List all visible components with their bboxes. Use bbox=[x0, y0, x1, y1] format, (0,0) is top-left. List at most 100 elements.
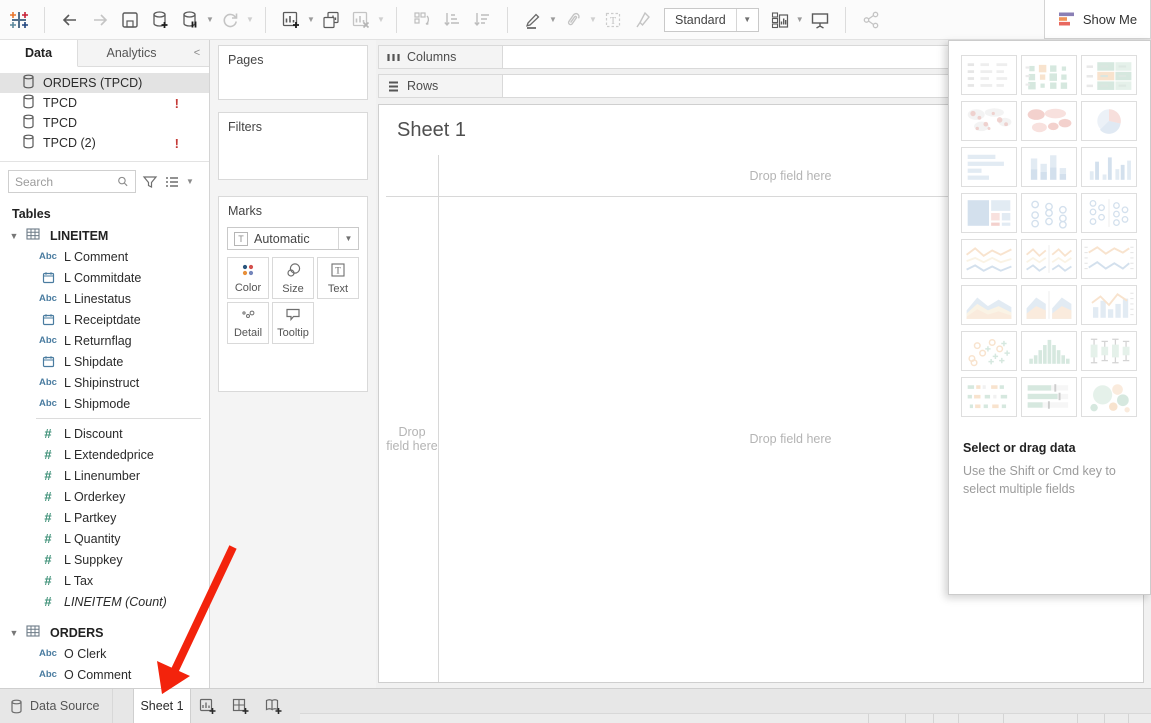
clear-sheet-caret[interactable]: ▼ bbox=[376, 5, 386, 35]
data-source-tab[interactable]: Data Source bbox=[0, 689, 113, 723]
side-by-side-circles-chart-thumbnail[interactable] bbox=[1081, 193, 1137, 233]
pages-card[interactable]: Pages bbox=[218, 45, 368, 100]
tab-data[interactable]: Data bbox=[0, 40, 78, 67]
highlight-caret[interactable]: ▼ bbox=[548, 5, 558, 35]
discrete-lines-chart-thumbnail[interactable] bbox=[1021, 239, 1077, 279]
tableau-logo-icon[interactable] bbox=[4, 5, 34, 35]
tooltip-mark-button[interactable]: Tooltip bbox=[272, 302, 314, 344]
text-mark-button[interactable]: TText bbox=[317, 257, 359, 299]
field-item[interactable]: #L Linenumber bbox=[0, 465, 209, 486]
redo-icon[interactable] bbox=[85, 5, 115, 35]
new-story-tab-icon[interactable] bbox=[258, 689, 290, 723]
collapse-pane-icon[interactable]: < bbox=[185, 40, 209, 66]
search-input-wrap[interactable] bbox=[8, 170, 136, 193]
show-mark-labels-icon[interactable]: T bbox=[598, 5, 628, 35]
discrete-area-chart-thumbnail[interactable] bbox=[1021, 285, 1077, 325]
field-item[interactable]: AbcO Clerk bbox=[0, 643, 209, 664]
dual-lines-chart-thumbnail[interactable] bbox=[1081, 239, 1137, 279]
field-item[interactable]: #L Discount bbox=[0, 423, 209, 444]
field-item[interactable]: AbcL Returnflag bbox=[0, 330, 209, 351]
fit-selector[interactable]: Standard ▼ bbox=[664, 8, 759, 32]
field-item[interactable]: AbcL Linestatus bbox=[0, 288, 209, 309]
pause-auto-updates-caret[interactable]: ▼ bbox=[205, 5, 215, 35]
share-workbook-icon[interactable] bbox=[856, 5, 886, 35]
treemap-chart-thumbnail[interactable] bbox=[961, 193, 1017, 233]
sort-descending-icon[interactable] bbox=[467, 5, 497, 35]
pie-chart-chart-thumbnail[interactable] bbox=[1081, 101, 1137, 141]
stacked-bars-chart-thumbnail[interactable] bbox=[1021, 147, 1077, 187]
detail-mark-button[interactable]: Detail bbox=[227, 302, 269, 344]
view-options-icon[interactable] bbox=[164, 174, 180, 190]
field-item[interactable]: L Receiptdate bbox=[0, 309, 209, 330]
field-item[interactable]: L Commitdate bbox=[0, 267, 209, 288]
new-dashboard-tab-icon[interactable] bbox=[225, 689, 257, 723]
filled-map-chart-thumbnail[interactable] bbox=[1021, 101, 1077, 141]
group-members-icon[interactable] bbox=[558, 5, 588, 35]
continuous-area-chart-thumbnail[interactable] bbox=[961, 285, 1017, 325]
chevron-down-icon[interactable]: ▼ bbox=[8, 628, 20, 638]
save-icon[interactable] bbox=[115, 5, 145, 35]
table-group-header[interactable]: ▼ORDERS bbox=[0, 622, 209, 643]
field-item[interactable]: #L Quantity bbox=[0, 528, 209, 549]
filters-card[interactable]: Filters bbox=[218, 112, 368, 180]
undo-icon[interactable] bbox=[55, 5, 85, 35]
field-item[interactable]: #L Orderkey bbox=[0, 486, 209, 507]
heat-map-chart-thumbnail[interactable] bbox=[1021, 55, 1077, 95]
sheet-tab-active[interactable]: Sheet 1 bbox=[133, 689, 191, 723]
search-input[interactable] bbox=[15, 175, 117, 189]
pause-auto-updates-icon[interactable] bbox=[175, 5, 205, 35]
view-options-caret[interactable]: ▼ bbox=[186, 177, 194, 186]
field-item[interactable]: #L Partkey bbox=[0, 507, 209, 528]
table-group-header[interactable]: ▼LINEITEM bbox=[0, 225, 209, 246]
fit-selector-caret[interactable]: ▼ bbox=[736, 9, 758, 31]
run-auto-updates-caret[interactable]: ▼ bbox=[245, 5, 255, 35]
new-worksheet-icon[interactable] bbox=[276, 5, 306, 35]
field-item[interactable]: AbcL Shipmode bbox=[0, 393, 209, 414]
presentation-mode-icon[interactable] bbox=[805, 5, 835, 35]
field-item[interactable]: #L Tax bbox=[0, 570, 209, 591]
drop-zone-rows[interactable]: Drop field here bbox=[386, 196, 438, 682]
field-item[interactable]: #L Suppkey bbox=[0, 549, 209, 570]
clear-sheet-icon[interactable] bbox=[346, 5, 376, 35]
highlight-table-chart-thumbnail[interactable] bbox=[1081, 55, 1137, 95]
new-worksheet-tab-icon[interactable] bbox=[192, 689, 224, 723]
highlight-icon[interactable] bbox=[518, 5, 548, 35]
show-me-button[interactable]: Show Me bbox=[1044, 0, 1151, 39]
field-item[interactable]: AbcO Comment bbox=[0, 664, 209, 685]
new-worksheet-caret[interactable]: ▼ bbox=[306, 5, 316, 35]
swap-rows-columns-icon[interactable] bbox=[407, 5, 437, 35]
side-by-side-bars-chart-thumbnail[interactable] bbox=[1081, 147, 1137, 187]
mark-type-caret[interactable]: ▼ bbox=[338, 228, 358, 249]
tab-scroll-strip[interactable] bbox=[300, 713, 1151, 723]
filter-fields-icon[interactable] bbox=[142, 174, 158, 190]
cells-caret[interactable]: ▼ bbox=[795, 5, 805, 35]
group-members-caret[interactable]: ▼ bbox=[588, 5, 598, 35]
new-data-source-icon[interactable] bbox=[145, 5, 175, 35]
show-me-cells-icon[interactable] bbox=[765, 5, 795, 35]
duplicate-sheet-icon[interactable] bbox=[316, 5, 346, 35]
connection-item[interactable]: ORDERS (TPCD) bbox=[0, 73, 209, 93]
continuous-lines-chart-thumbnail[interactable] bbox=[961, 239, 1017, 279]
fix-axes-icon[interactable] bbox=[628, 5, 658, 35]
box-and-whisker-chart-thumbnail[interactable] bbox=[1081, 331, 1137, 371]
connection-item[interactable]: TPCD bbox=[0, 113, 209, 133]
chevron-down-icon[interactable]: ▼ bbox=[8, 231, 20, 241]
sort-ascending-icon[interactable] bbox=[437, 5, 467, 35]
dual-combination-chart-thumbnail[interactable] bbox=[1081, 285, 1137, 325]
field-item[interactable]: #L Extendedprice bbox=[0, 444, 209, 465]
field-item[interactable]: #LINEITEM (Count) bbox=[0, 591, 209, 612]
symbol-map-chart-thumbnail[interactable] bbox=[961, 101, 1017, 141]
size-mark-button[interactable]: Size bbox=[272, 257, 314, 299]
field-item[interactable]: AbcL Comment bbox=[0, 246, 209, 267]
histogram-chart-thumbnail[interactable] bbox=[1021, 331, 1077, 371]
packed-bubbles-chart-thumbnail[interactable] bbox=[1081, 377, 1137, 417]
gantt-chart-thumbnail[interactable] bbox=[961, 377, 1017, 417]
circle-views-chart-thumbnail[interactable] bbox=[1021, 193, 1077, 233]
color-mark-button[interactable]: Color bbox=[227, 257, 269, 299]
run-auto-updates-icon[interactable] bbox=[215, 5, 245, 35]
connection-item[interactable]: TPCD (2)! bbox=[0, 133, 209, 153]
mark-type-dropdown[interactable]: T Automatic ▼ bbox=[227, 227, 359, 250]
bullet-graph-chart-thumbnail[interactable] bbox=[1021, 377, 1077, 417]
text-table-chart-thumbnail[interactable] bbox=[961, 55, 1017, 95]
horizontal-bars-chart-thumbnail[interactable] bbox=[961, 147, 1017, 187]
